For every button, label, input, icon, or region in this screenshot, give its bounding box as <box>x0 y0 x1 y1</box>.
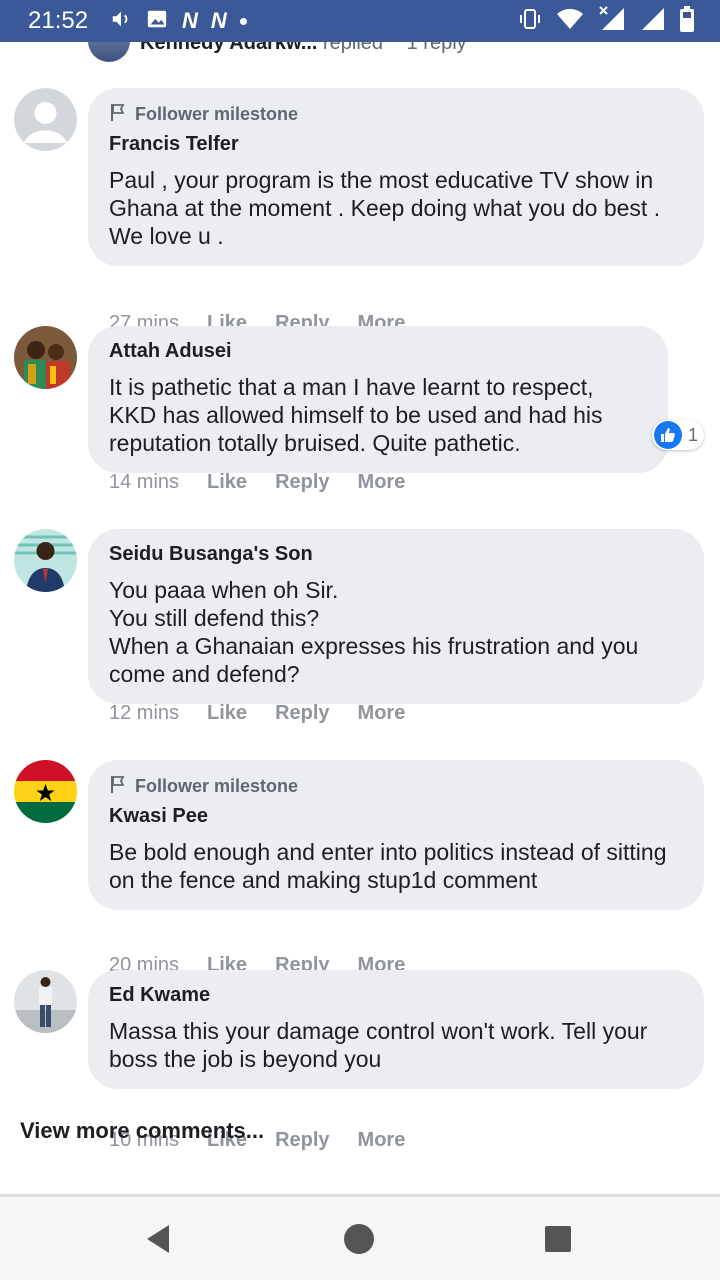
comment-actions: 12 mins Like Reply More <box>109 702 433 725</box>
avatar[interactable] <box>14 970 77 1033</box>
replies-preview[interactable]: Kennedy Adarkw... replied 1 reply <box>0 42 720 64</box>
comment-bubble[interactable]: Seidu Busanga's Son You paaa when oh Sir… <box>88 529 704 704</box>
volume-icon <box>110 8 132 35</box>
comment-text: Be bold enough and enter into politics i… <box>109 839 667 893</box>
milestone-label: Follower milestone <box>135 776 299 796</box>
nn-app-icon: N <box>210 8 227 33</box>
more-button[interactable]: More <box>358 1129 406 1152</box>
signal-x-icon <box>598 5 626 37</box>
reply-verb: replied <box>323 42 384 54</box>
comment-time[interactable]: 12 mins <box>109 702 179 725</box>
flag-icon <box>109 774 129 799</box>
reaction-count: 1 <box>687 424 698 445</box>
reply-count: 1 reply <box>406 42 467 54</box>
reply-author: Kennedy Adarkw... <box>140 42 318 54</box>
more-button[interactable]: More <box>358 471 406 494</box>
comment-text: Massa this your damage control won't wor… <box>109 1018 648 1072</box>
reply-button[interactable]: Reply <box>275 1129 329 1152</box>
system-nav-bar <box>0 1197 720 1280</box>
thumbs-up-icon <box>653 421 682 449</box>
avatar <box>88 42 130 62</box>
vibrate-icon <box>518 7 542 36</box>
comment-bubble[interactable]: Ed Kwame Massa this your damage control … <box>88 970 704 1089</box>
status-right-icons <box>518 5 694 37</box>
more-button[interactable]: More <box>358 702 406 725</box>
comment-author[interactable]: Kwasi Pee <box>109 805 682 828</box>
notification-dot-icon <box>239 17 247 25</box>
comment-bubble[interactable]: Follower milestone Francis Telfer Paul ,… <box>88 88 704 266</box>
follower-milestone-badge: Follower milestone <box>109 774 682 799</box>
comment-time[interactable]: 14 mins <box>109 471 179 494</box>
like-button[interactable]: Like <box>207 471 247 494</box>
wifi-icon <box>556 7 584 36</box>
battery-icon <box>680 5 694 37</box>
default-avatar-icon[interactable] <box>14 88 77 151</box>
like-button[interactable]: Like <box>207 702 247 725</box>
ghana-flag-avatar[interactable] <box>14 760 77 823</box>
follower-milestone-badge: Follower milestone <box>109 102 682 127</box>
status-left-icons: N N <box>110 8 247 35</box>
milestone-label: Follower milestone <box>135 104 299 124</box>
image-icon <box>146 8 168 35</box>
signal-icon <box>640 7 666 36</box>
comment-author[interactable]: Attah Adusei <box>109 340 646 363</box>
flag-icon <box>109 102 129 127</box>
comment-bubble[interactable]: Follower milestone Kwasi Pee Be bold eno… <box>88 760 704 910</box>
status-bar: 21:52 N N <box>0 0 720 42</box>
comment-text: Paul , your program is the most educativ… <box>109 167 661 249</box>
reply-button[interactable]: Reply <box>275 702 329 725</box>
recents-icon[interactable] <box>538 1219 578 1259</box>
comment-text: It is pathetic that a man I have learnt … <box>109 374 603 456</box>
comment-author[interactable]: Seidu Busanga's Son <box>109 543 682 566</box>
comment-author[interactable]: Ed Kwame <box>109 984 682 1007</box>
comment-bubble[interactable]: Attah Adusei It is pathetic that a man I… <box>88 326 668 473</box>
reply-button[interactable]: Reply <box>275 471 329 494</box>
avatar[interactable] <box>14 529 77 592</box>
avatar[interactable] <box>14 326 77 389</box>
comment-author[interactable]: Francis Telfer <box>109 133 682 156</box>
back-icon[interactable] <box>138 1219 178 1259</box>
nn-app-icon: N <box>182 8 198 33</box>
comment-actions: 14 mins Like Reply More <box>109 471 433 494</box>
replies-preview-text: Kennedy Adarkw... replied 1 reply <box>140 42 467 55</box>
status-time: 21:52 <box>28 7 89 34</box>
home-icon[interactable] <box>339 1219 379 1259</box>
reaction-summary[interactable]: 1 <box>651 420 704 450</box>
comment-text: You paaa when oh Sir. You still defend t… <box>109 577 639 687</box>
view-more-comments-link[interactable]: View more comments... <box>20 1118 264 1144</box>
